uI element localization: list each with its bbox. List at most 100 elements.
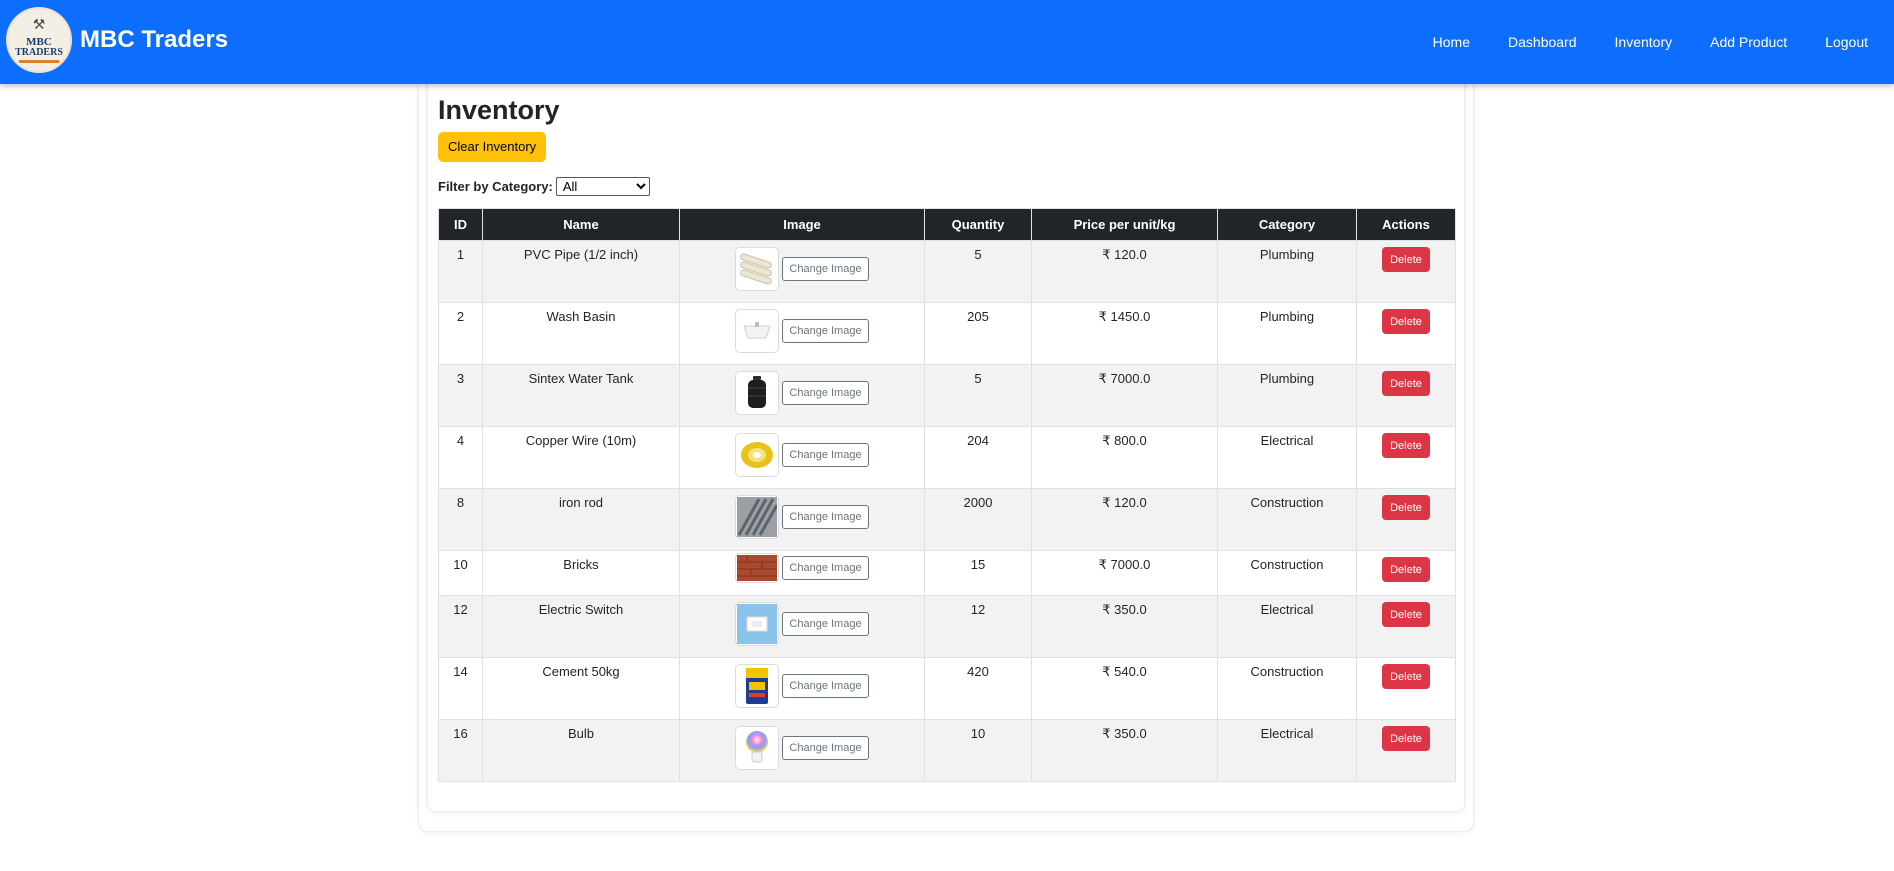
cell-image: Change Image bbox=[679, 719, 925, 782]
cell-actions: Delete bbox=[1356, 550, 1456, 596]
cell-name: Sintex Water Tank bbox=[482, 364, 680, 427]
cell-price: ₹ 800.0 bbox=[1031, 426, 1218, 489]
cell-image: Change Image bbox=[679, 657, 925, 720]
nav-add-product[interactable]: Add Product bbox=[1710, 34, 1787, 50]
cell-category: Construction bbox=[1217, 550, 1357, 596]
cell-name: Electric Switch bbox=[482, 595, 680, 658]
nav-home[interactable]: Home bbox=[1433, 34, 1470, 50]
cell-image: Change Image bbox=[679, 426, 925, 489]
table-row: 12 Electric Switch Change Image 12 ₹ 350… bbox=[438, 595, 1456, 658]
cell-id: 3 bbox=[438, 364, 483, 427]
iron-rods-icon bbox=[735, 495, 780, 539]
cell-image: Change Image bbox=[679, 302, 925, 365]
header-category: Category bbox=[1217, 208, 1357, 241]
cell-id: 2 bbox=[438, 302, 483, 365]
table-row: 4 Copper Wire (10m) Change Image 204 ₹ 8… bbox=[438, 426, 1456, 489]
cell-image: Change Image bbox=[679, 550, 925, 596]
cell-name: Cement 50kg bbox=[482, 657, 680, 720]
cell-name: iron rod bbox=[482, 488, 680, 551]
cell-id: 16 bbox=[438, 719, 483, 782]
cell-quantity: 204 bbox=[924, 426, 1032, 489]
logo-icon: ⚒ MBC TRADERS bbox=[6, 7, 72, 73]
filter-row: Filter by Category: All bbox=[438, 177, 1455, 196]
cell-quantity: 5 bbox=[924, 240, 1032, 303]
delete-button[interactable]: Delete bbox=[1382, 247, 1430, 272]
cell-price: ₹ 350.0 bbox=[1031, 719, 1218, 782]
change-image-button[interactable]: Change Image bbox=[782, 736, 869, 760]
change-image-button[interactable]: Change Image bbox=[782, 674, 869, 698]
bricks-icon bbox=[735, 553, 780, 583]
delete-button[interactable]: Delete bbox=[1382, 433, 1430, 458]
cell-quantity: 205 bbox=[924, 302, 1032, 365]
table-header-row: ID Name Image Quantity Price per unit/kg… bbox=[438, 208, 1456, 241]
cell-price: ₹ 120.0 bbox=[1031, 240, 1218, 303]
cell-id: 1 bbox=[438, 240, 483, 303]
change-image-button[interactable]: Change Image bbox=[782, 556, 869, 580]
switch-icon bbox=[735, 602, 780, 646]
table-row: 16 Bulb Change Image 10 ₹ 350.0 Electric… bbox=[438, 719, 1456, 782]
cell-quantity: 10 bbox=[924, 719, 1032, 782]
nav-logout[interactable]: Logout bbox=[1825, 34, 1868, 50]
brand[interactable]: ⚒ MBC TRADERS MBC Traders bbox=[6, 7, 228, 73]
cell-category: Electrical bbox=[1217, 426, 1357, 489]
nav-inventory[interactable]: Inventory bbox=[1615, 34, 1673, 50]
table-row: 2 Wash Basin Change Image 205 ₹ 1450.0 P… bbox=[438, 302, 1456, 365]
cell-price: ₹ 350.0 bbox=[1031, 595, 1218, 658]
cell-category: Plumbing bbox=[1217, 302, 1357, 365]
cell-category: Electrical bbox=[1217, 595, 1357, 658]
change-image-button[interactable]: Change Image bbox=[782, 443, 869, 467]
delete-button[interactable]: Delete bbox=[1382, 495, 1430, 520]
cell-price: ₹ 7000.0 bbox=[1031, 364, 1218, 427]
page-title: Inventory bbox=[438, 95, 560, 125]
cell-id: 10 bbox=[438, 550, 483, 596]
delete-button[interactable]: Delete bbox=[1382, 726, 1430, 751]
brand-name[interactable]: MBC Traders bbox=[80, 26, 228, 54]
filter-label: Filter by Category: bbox=[438, 179, 553, 194]
cell-actions: Delete bbox=[1356, 302, 1456, 365]
delete-button[interactable]: Delete bbox=[1382, 602, 1430, 627]
change-image-button[interactable]: Change Image bbox=[782, 505, 869, 529]
cell-price: ₹ 7000.0 bbox=[1031, 550, 1218, 596]
cell-actions: Delete bbox=[1356, 488, 1456, 551]
cell-name: Bricks bbox=[482, 550, 680, 596]
cell-image: Change Image bbox=[679, 488, 925, 551]
cell-name: Wash Basin bbox=[482, 302, 680, 365]
cell-name: Copper Wire (10m) bbox=[482, 426, 680, 489]
clear-inventory-button[interactable]: Clear Inventory bbox=[438, 132, 547, 162]
cell-id: 4 bbox=[438, 426, 483, 489]
delete-button[interactable]: Delete bbox=[1382, 371, 1430, 396]
cell-id: 12 bbox=[438, 595, 483, 658]
table-row: 14 Cement 50kg Change Image 420 ₹ 540.0 … bbox=[438, 657, 1456, 720]
change-image-button[interactable]: Change Image bbox=[782, 381, 869, 405]
header-quantity: Quantity bbox=[924, 208, 1032, 241]
table-row: 10 Bricks Change Image 15 ₹ 7000.0 Const… bbox=[438, 550, 1456, 596]
cell-id: 14 bbox=[438, 657, 483, 720]
cell-actions: Delete bbox=[1356, 364, 1456, 427]
cell-quantity: 12 bbox=[924, 595, 1032, 658]
delete-button[interactable]: Delete bbox=[1382, 664, 1430, 689]
cell-actions: Delete bbox=[1356, 426, 1456, 489]
change-image-button[interactable]: Change Image bbox=[782, 319, 869, 343]
header-price: Price per unit/kg bbox=[1031, 208, 1218, 241]
cell-category: Plumbing bbox=[1217, 240, 1357, 303]
header-name: Name bbox=[482, 208, 680, 241]
delete-button[interactable]: Delete bbox=[1382, 557, 1430, 582]
cell-actions: Delete bbox=[1356, 657, 1456, 720]
cell-name: Bulb bbox=[482, 719, 680, 782]
header-id: ID bbox=[438, 208, 483, 241]
nav-dashboard[interactable]: Dashboard bbox=[1508, 34, 1577, 50]
bulb-icon bbox=[735, 726, 780, 770]
cement-bag-icon bbox=[735, 664, 780, 708]
table-row: 8 iron rod Change Image 2000 ₹ 120.0 Con… bbox=[438, 488, 1456, 551]
change-image-button[interactable]: Change Image bbox=[782, 612, 869, 636]
cell-actions: Delete bbox=[1356, 240, 1456, 303]
cell-name: PVC Pipe (1/2 inch) bbox=[482, 240, 680, 303]
navbar: ⚒ MBC TRADERS MBC Traders Home Dashboard… bbox=[0, 0, 1894, 84]
table-row: 1 PVC Pipe (1/2 inch) Change Image 5 ₹ 1… bbox=[438, 240, 1456, 303]
delete-button[interactable]: Delete bbox=[1382, 309, 1430, 334]
cell-actions: Delete bbox=[1356, 595, 1456, 658]
cell-category: Construction bbox=[1217, 488, 1357, 551]
category-filter-select[interactable]: All bbox=[555, 177, 650, 196]
wash-basin-icon bbox=[735, 309, 780, 353]
change-image-button[interactable]: Change Image bbox=[782, 257, 869, 281]
